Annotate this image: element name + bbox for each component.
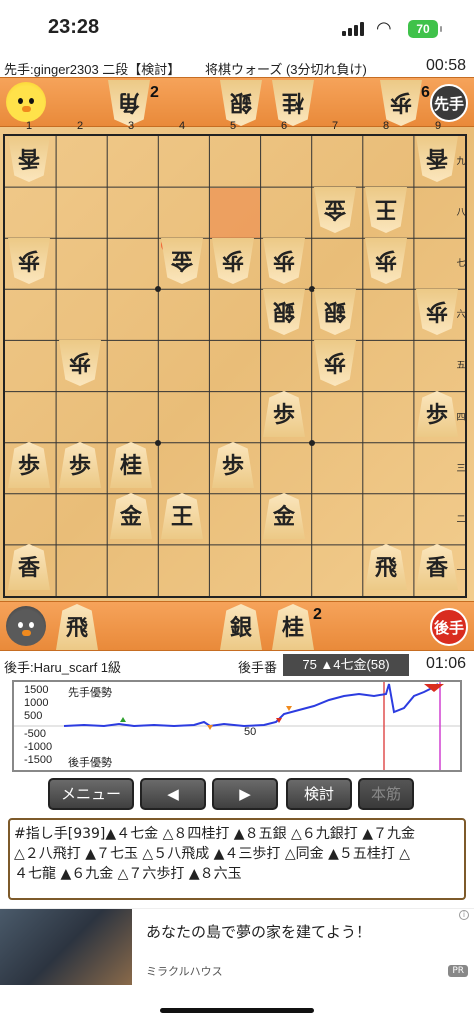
file-label: 6 — [280, 120, 288, 132]
kifu-panel[interactable]: #指し手[939]▲４七金 △８四桂打 ▲８五銀 △６九銀打 ▲７九金 △２八飛… — [8, 818, 466, 900]
gote-role-badge: 後手 — [430, 608, 468, 646]
battery-level: 70 — [416, 22, 430, 36]
file-label: 5 — [229, 120, 237, 132]
sente-avatar — [6, 82, 46, 122]
file-label: 9 — [434, 120, 442, 132]
rank-label: 二 — [456, 515, 466, 525]
current-move-box: 75 ▲4七金(58) — [283, 654, 409, 676]
kifu-line: △２八飛打 ▲７七玉 △５八飛成 ▲４三歩打 △同金 ▲５五桂打 △ — [14, 846, 411, 862]
battery-icon: 70 — [408, 20, 442, 38]
board-piece[interactable]: 歩 — [8, 442, 50, 488]
menu-button[interactable]: メニュー — [48, 778, 134, 810]
sente-role-badge: 先手 — [430, 84, 468, 122]
board-piece[interactable]: 王 — [161, 493, 203, 539]
sente-advantage-label: 先手優勢 — [68, 687, 112, 699]
board-piece[interactable]: 銀 — [263, 289, 305, 335]
file-label: 4 — [178, 120, 186, 132]
file-label: 3 — [127, 120, 135, 132]
hand-piece[interactable]: 桂 — [272, 604, 314, 650]
board-piece[interactable]: 香 — [8, 136, 50, 182]
ad-info-icon[interactable]: i — [459, 910, 469, 920]
clock-time: 23:28 — [48, 16, 100, 38]
board-piece[interactable]: 歩 — [59, 340, 101, 386]
sente-player-label: 先手:ginger2303 二段【検討】 — [4, 62, 181, 77]
hand-count: 6 — [421, 84, 430, 101]
ad-banner[interactable]: あなたの島で夢の家を建てよう！ ミラクルハウス PR i — [0, 908, 474, 985]
file-label: 1 — [25, 120, 33, 132]
board-piece[interactable]: 歩 — [212, 442, 254, 488]
board-piece[interactable]: 歩 — [8, 238, 50, 284]
graph-move-mark: 50 — [244, 726, 257, 738]
main-line-button[interactable]: 本筋 — [358, 778, 414, 810]
graph-axis-label: 1500 — [24, 684, 49, 696]
ad-image[interactable] — [0, 909, 132, 985]
graph-axis-label: -1000 — [24, 741, 53, 753]
last-move-highlight — [210, 188, 260, 238]
graph-axis-label: 1000 — [24, 697, 49, 709]
board-piece[interactable]: 歩 — [212, 238, 254, 284]
board-piece[interactable]: 香 — [8, 544, 50, 590]
signal-icon — [342, 22, 364, 36]
board-piece[interactable]: 歩 — [263, 238, 305, 284]
board-piece[interactable]: 歩 — [59, 442, 101, 488]
game-type-label: 将棋ウォーズ (3分切れ負け) — [205, 62, 367, 77]
ad-sponsor: ミラクルハウス — [146, 965, 223, 978]
kifu-line: #指し手[939]▲４七金 △８四桂打 ▲８五銀 △６九銀打 ▲７九金 — [14, 826, 416, 842]
board-piece[interactable]: 王 — [365, 187, 407, 233]
rank-label: 七 — [456, 259, 466, 269]
file-label: 8 — [382, 120, 390, 132]
hand-count: 2 — [150, 84, 159, 101]
gote-avatar — [6, 606, 46, 646]
board-piece[interactable]: 飛 — [365, 544, 407, 590]
board-piece[interactable]: 金 — [110, 493, 152, 539]
star-point — [309, 440, 315, 446]
rank-label: 五 — [456, 361, 466, 371]
wifi-icon: ◠ — [376, 18, 392, 39]
board-piece[interactable]: 金 — [314, 187, 356, 233]
board-piece[interactable]: 金 — [161, 238, 203, 284]
hand-count: 2 — [313, 606, 322, 623]
board-piece[interactable]: 歩 — [365, 238, 407, 284]
board-piece[interactable]: 歩 — [416, 391, 458, 437]
shogi-board[interactable]: 九 八 七 六 五 四 三 二 一 1 2 3 4 5 6 7 8 9 香 香 … — [0, 120, 474, 601]
board-piece[interactable]: 歩 — [416, 289, 458, 335]
kifu-line: ４七龍 ▲６九金 △７六歩打 ▲８六玉 — [14, 866, 242, 882]
board-piece[interactable]: 香 — [416, 136, 458, 182]
bottom-piece-stand: 飛 銀 桂 2 後手 — [0, 601, 474, 651]
file-label: 2 — [76, 120, 84, 132]
board-piece[interactable]: 歩 — [314, 340, 356, 386]
board-piece[interactable]: 香 — [416, 544, 458, 590]
graph-axis-label: 500 — [24, 710, 43, 722]
turn-label: 後手番 — [238, 660, 278, 675]
next-move-button[interactable]: ▶ — [212, 778, 278, 810]
hand-piece[interactable]: 飛 — [56, 604, 98, 650]
ad-pr-badge: PR — [448, 965, 468, 977]
board-piece[interactable]: 歩 — [263, 391, 305, 437]
rank-label: 八 — [456, 208, 466, 218]
board-piece[interactable]: 銀 — [314, 289, 356, 335]
board-piece[interactable]: 桂 — [110, 442, 152, 488]
rank-label: 三 — [456, 464, 466, 474]
sente-clock: 00:58 — [425, 57, 466, 74]
gote-info-row: 後手:Haru_scarf 1級 後手番 75 ▲4七金(58) 01:06 — [0, 652, 474, 678]
graph-axis-label: -1500 — [24, 754, 53, 766]
star-point — [155, 440, 161, 446]
hand-piece[interactable]: 銀 — [220, 604, 262, 650]
ad-title[interactable]: あなたの島で夢の家を建てよう！ — [146, 921, 371, 942]
home-indicator[interactable] — [160, 1008, 314, 1013]
graph-axis-label: -500 — [24, 728, 47, 740]
evaluation-graph[interactable]: 1500 先手優勢 1000 500 -500 50 -1000 -1500 後… — [12, 680, 462, 772]
gote-advantage-label: 後手優勢 — [68, 757, 112, 769]
gote-clock: 01:06 — [425, 655, 466, 672]
file-label: 7 — [331, 120, 339, 132]
analyze-button[interactable]: 検討 — [286, 778, 352, 810]
star-point — [155, 286, 161, 292]
status-bar: 23:28 ◠ 70 — [0, 0, 474, 52]
board-piece[interactable]: 金 — [263, 493, 305, 539]
gote-player-label: 後手:Haru_scarf 1級 — [4, 660, 122, 675]
prev-move-button[interactable]: ◀ — [140, 778, 206, 810]
